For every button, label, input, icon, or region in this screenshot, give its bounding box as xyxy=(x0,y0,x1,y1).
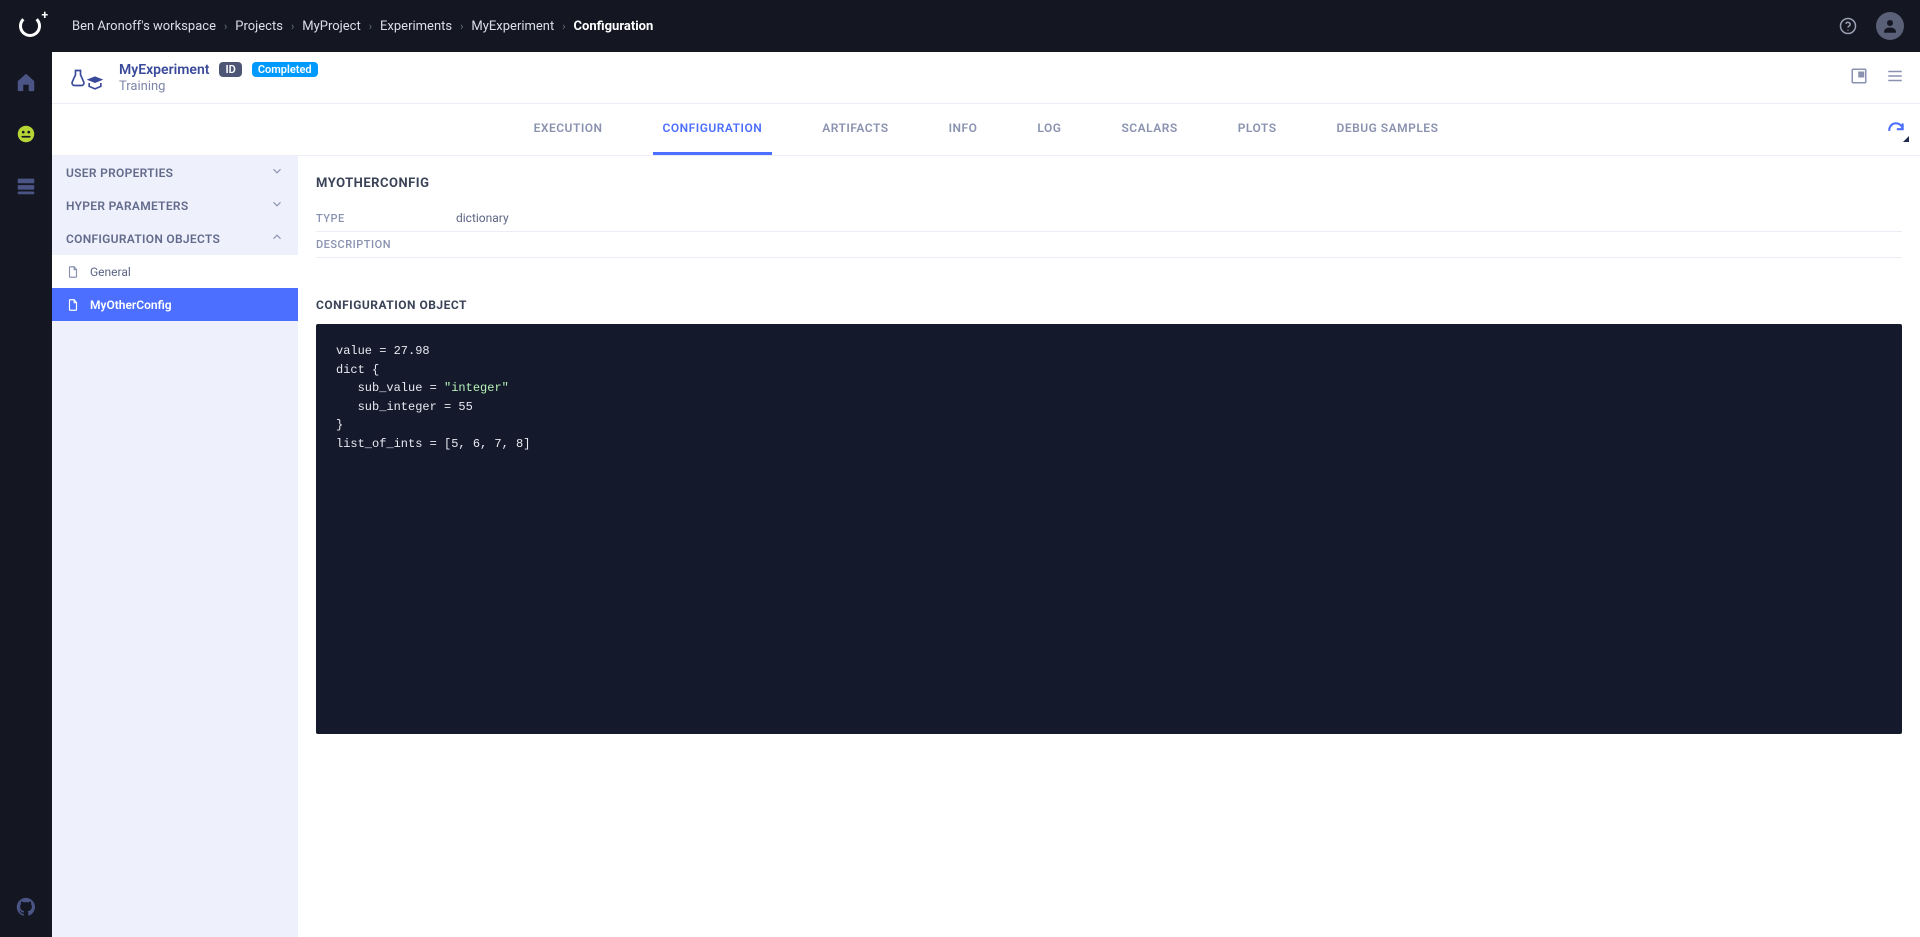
tab-plots[interactable]: PLOTS xyxy=(1228,104,1287,155)
sidebar-item-myotherconfig[interactable]: MyOtherConfig xyxy=(52,288,298,321)
chevron-right-icon: › xyxy=(369,20,372,33)
page-subtitle: Training xyxy=(119,79,318,94)
chevron-up-icon xyxy=(270,230,284,247)
detail-heading: MYOTHERCONFIG xyxy=(316,176,1902,191)
page-title: MyExperiment xyxy=(119,62,209,78)
tabs: EXECUTION CONFIGURATION ARTIFACTS INFO L… xyxy=(52,104,1920,155)
status-badge: Completed xyxy=(252,62,318,77)
breadcrumb: Ben Aronoff's workspace › Projects › MyP… xyxy=(72,19,1838,34)
tab-execution[interactable]: EXECUTION xyxy=(524,104,613,155)
sidebar-group-label: CONFIGURATION OBJECTS xyxy=(66,232,220,246)
refresh-button[interactable] xyxy=(1886,120,1906,140)
chevron-right-icon: › xyxy=(291,20,294,33)
breadcrumb-workspace[interactable]: Ben Aronoff's workspace xyxy=(72,19,216,34)
github-icon[interactable] xyxy=(14,895,38,919)
type-label: TYPE xyxy=(316,212,456,225)
config-code-block[interactable]: value = 27.98 dict { sub_value = "intege… xyxy=(316,324,1902,734)
config-object-title: CONFIGURATION OBJECT xyxy=(316,298,1902,312)
tab-artifacts[interactable]: ARTIFACTS xyxy=(812,104,898,155)
sidebar-item-label: MyOtherConfig xyxy=(90,298,172,312)
experiment-type-icon xyxy=(68,63,105,93)
breadcrumb-projects[interactable]: Projects xyxy=(235,19,283,34)
left-rail xyxy=(0,52,52,937)
chevron-right-icon: › xyxy=(562,20,565,33)
sidebar-group-hyper-parameters[interactable]: HYPER PARAMETERS xyxy=(52,189,298,222)
sidebar-group-user-properties[interactable]: USER PROPERTIES xyxy=(52,156,298,189)
breadcrumb-experiments[interactable]: Experiments xyxy=(380,19,452,34)
chevron-right-icon: › xyxy=(460,20,463,33)
menu-icon[interactable] xyxy=(1886,67,1904,89)
user-avatar[interactable] xyxy=(1876,12,1904,40)
nav-home-icon[interactable] xyxy=(14,70,38,94)
tab-info[interactable]: INFO xyxy=(939,104,988,155)
help-icon[interactable] xyxy=(1838,16,1858,36)
sidebar-group-label: USER PROPERTIES xyxy=(66,166,173,180)
tab-scalars[interactable]: SCALARS xyxy=(1111,104,1187,155)
breadcrumb-experiment[interactable]: MyExperiment xyxy=(471,19,554,34)
sidebar-group-configuration-objects[interactable]: CONFIGURATION OBJECTS xyxy=(52,222,298,255)
nav-projects-icon[interactable] xyxy=(14,122,38,146)
chevron-down-icon xyxy=(270,164,284,181)
id-badge[interactable]: ID xyxy=(219,62,241,77)
sidebar-item-label: General xyxy=(90,265,131,279)
config-sidebar: USER PROPERTIES HYPER PARAMETERS CONFIGU… xyxy=(52,156,298,937)
sidebar-item-general[interactable]: General xyxy=(52,255,298,288)
maximize-icon[interactable] xyxy=(1850,67,1868,89)
chevron-right-icon: › xyxy=(224,20,227,33)
sidebar-group-label: HYPER PARAMETERS xyxy=(66,199,188,213)
nav-workers-icon[interactable] xyxy=(14,174,38,198)
tab-log[interactable]: LOG xyxy=(1027,104,1071,155)
app-logo[interactable]: + xyxy=(16,12,44,40)
chevron-down-icon xyxy=(270,197,284,214)
breadcrumb-current: Configuration xyxy=(574,19,654,34)
type-value: dictionary xyxy=(456,211,509,225)
description-label: DESCRIPTION xyxy=(316,238,456,251)
detail-pane: MYOTHERCONFIG TYPE dictionary DESCRIPTIO… xyxy=(298,156,1920,937)
tab-debug-samples[interactable]: DEBUG SAMPLES xyxy=(1327,104,1449,155)
breadcrumb-project[interactable]: MyProject xyxy=(302,19,360,34)
tab-configuration[interactable]: CONFIGURATION xyxy=(653,104,773,155)
